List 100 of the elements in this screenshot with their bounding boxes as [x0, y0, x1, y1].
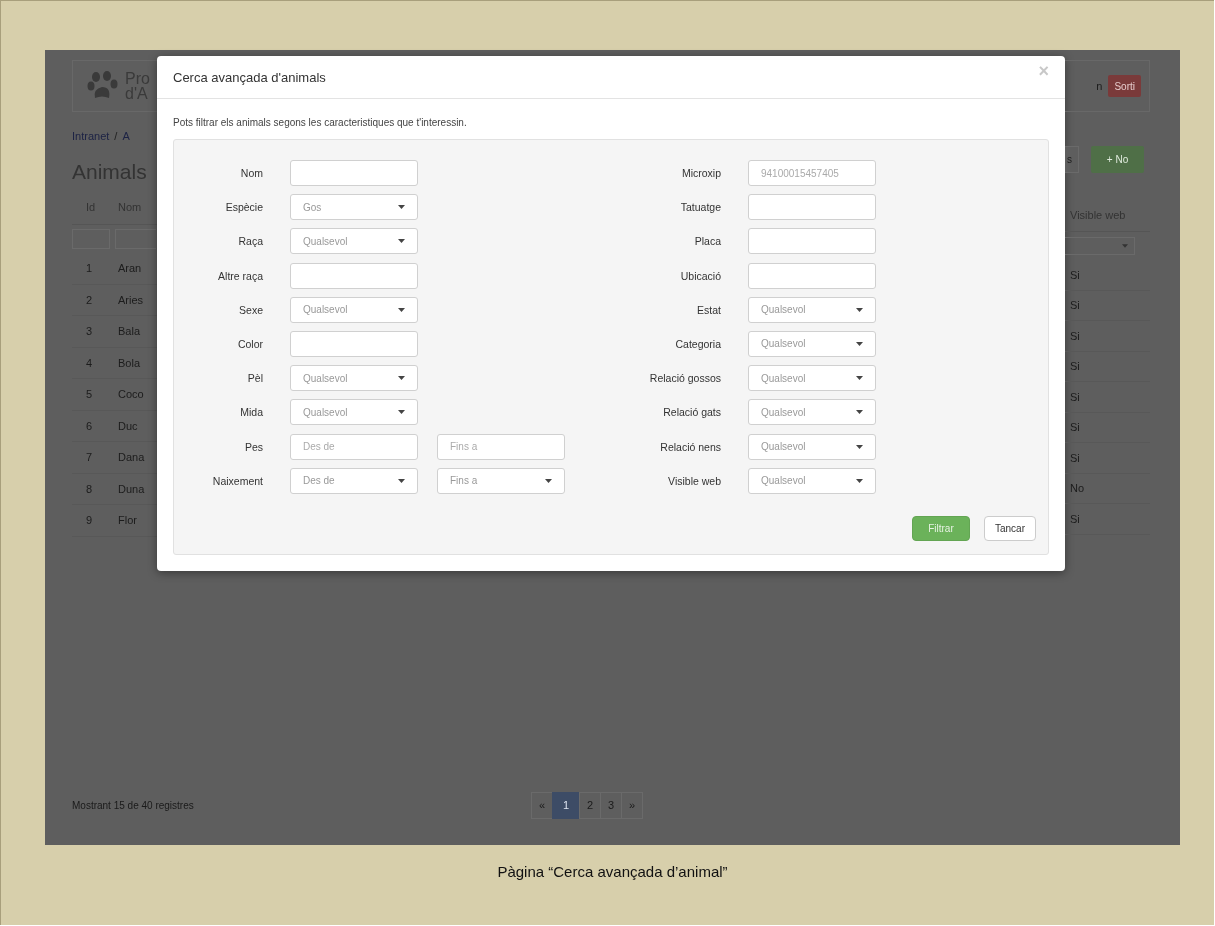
table-cell-text: Dana: [118, 451, 146, 464]
caret-icon: [398, 478, 405, 483]
table-cell-text: 9: [85, 514, 94, 527]
table-cell: Si: [1070, 512, 1080, 525]
table-cell-text: Duc: [118, 419, 139, 432]
text-field[interactable]: 94100015457405: [748, 160, 876, 186]
field-label: Mida: [239, 406, 263, 419]
text-field[interactable]: Des de: [290, 433, 418, 460]
caret-icon: [398, 205, 405, 210]
field-label: Raça: [237, 235, 263, 248]
caret-icon: [398, 410, 405, 415]
table-cell-text: Aran: [118, 262, 143, 275]
table-cell-text: 7: [85, 451, 94, 464]
text-field[interactable]: [290, 262, 418, 289]
select-field[interactable]: Qualsevol: [748, 330, 876, 357]
caret-icon: [856, 341, 863, 346]
select-field[interactable]: Qualsevol: [290, 228, 418, 255]
breadcrumb-link[interactable]: A: [122, 130, 130, 144]
breadcrumb-link[interactable]: Intranet: [72, 130, 110, 144]
table-cell: Si: [1070, 329, 1080, 342]
field-label: Ubicació: [679, 269, 721, 282]
text-field[interactable]: [748, 262, 876, 289]
field-label: Placa: [693, 235, 721, 248]
field-label: Tatuatge: [679, 201, 721, 214]
pagination-button[interactable]: «: [531, 791, 553, 819]
text-field[interactable]: [290, 330, 418, 357]
pagination-button[interactable]: 3: [600, 791, 622, 819]
field-label: Sexe: [238, 303, 263, 316]
table-cell-text: Coco: [118, 388, 145, 401]
table-cell-text: Bola: [118, 356, 142, 369]
table-cell: Si: [1070, 390, 1080, 403]
select-field[interactable]: Qualsevol: [748, 467, 876, 494]
table-cell-text: Duna: [118, 482, 146, 495]
table-cell-text: 2: [85, 293, 94, 306]
pagination-button[interactable]: »: [621, 791, 643, 819]
field-label: Categoria: [674, 337, 721, 350]
text-field[interactable]: [748, 228, 876, 255]
logout-button[interactable]: Sorti: [1108, 75, 1141, 97]
select-field[interactable]: Qualsevol: [290, 365, 418, 392]
select-field[interactable]: Gos: [290, 194, 418, 221]
select-field[interactable]: Qualsevol: [748, 365, 876, 392]
text-field[interactable]: [748, 194, 876, 221]
records-summary: Mostrant 15 de 40 registres: [72, 799, 195, 811]
caret-icon: [398, 307, 405, 312]
table-cell: Si: [1070, 360, 1080, 373]
select-field[interactable]: Qualsevol: [290, 296, 418, 323]
caret-icon: [856, 376, 863, 381]
filter-button[interactable]: Filtrar: [912, 516, 970, 541]
toolbar-button[interactable]: s: [1065, 146, 1079, 173]
pagination-button[interactable]: 2: [579, 791, 601, 819]
table-cell: Si: [1070, 421, 1080, 434]
table-cell-text: 8: [85, 482, 94, 495]
select-field[interactable]: Qualsevol: [748, 296, 876, 323]
table-cell-text: 4: [85, 356, 94, 369]
table-cell-text: Bala: [118, 325, 142, 338]
breadcrumb-separator: /: [114, 130, 118, 144]
table-cell-text: 5: [85, 388, 94, 401]
table-cell: Si: [1070, 268, 1080, 281]
caret-icon: [398, 376, 405, 381]
caret-icon: [856, 444, 863, 449]
cancel-button[interactable]: Tancar: [984, 516, 1036, 541]
dialog-title: Cerca avançada d'animals: [173, 69, 326, 85]
table-cell: No: [1070, 482, 1085, 495]
caret-icon: [398, 239, 405, 244]
dialog-description: Pots filtrar els animals segons les caracteristiques que t'interessin.: [173, 117, 468, 130]
field-label: Relació nens: [659, 440, 721, 453]
select-field[interactable]: Qualsevol: [290, 399, 418, 426]
text-field[interactable]: [290, 160, 418, 186]
select-field[interactable]: Fins a: [437, 467, 565, 494]
table-cell: Si: [1070, 451, 1080, 464]
table-cell-text: 3: [85, 325, 94, 338]
field-label: Espècie: [224, 201, 263, 214]
field-label: Altre raça: [217, 269, 263, 282]
field-label: Naixement: [211, 474, 263, 487]
select-field[interactable]: Qualsevol: [748, 399, 876, 426]
select-field[interactable]: Qualsevol: [748, 433, 876, 460]
close-button[interactable]: ×: [1038, 62, 1049, 80]
field-label: Pes: [243, 440, 263, 453]
select-field[interactable]: Des de: [290, 467, 418, 494]
field-label: Nom: [239, 167, 263, 179]
table-cell: Si: [1070, 299, 1080, 312]
field-label: Estat: [696, 303, 721, 316]
table-cell-text: 6: [85, 419, 94, 432]
filter-select[interactable]: [1065, 237, 1135, 255]
pagination-button[interactable]: 1: [552, 791, 580, 819]
field-label: Relació gossos: [648, 372, 721, 385]
field-label: Relació gats: [662, 406, 721, 419]
caret-icon: [856, 410, 863, 415]
field-label: Color: [236, 337, 263, 350]
caret-icon: [545, 478, 552, 483]
figure-caption: Pàgina “Cerca avançada d’animal”: [496, 863, 729, 880]
table-cell-text: Aries: [118, 293, 145, 306]
table-cell-text: Flor: [118, 514, 138, 527]
caret-icon: [856, 478, 863, 483]
filter-field[interactable]: [115, 229, 156, 249]
new-button[interactable]: + No: [1091, 146, 1144, 173]
text-field[interactable]: Fins a: [437, 433, 565, 460]
caret-icon: [856, 307, 863, 312]
table-cell-text: 1: [85, 262, 94, 275]
user-text: n: [1096, 80, 1103, 92]
